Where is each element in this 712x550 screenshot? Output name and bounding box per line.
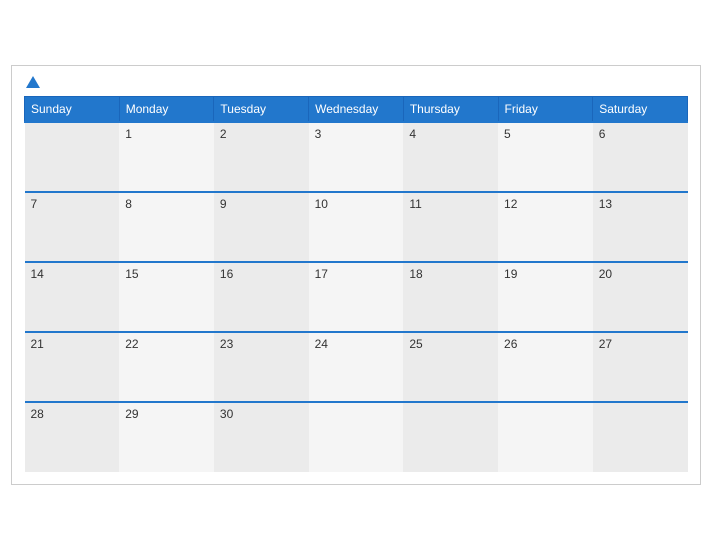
week-row-0: 1 2 3 4 5 6	[25, 122, 688, 192]
calendar-cell: 11	[403, 192, 498, 262]
week-row-3: 21 22 23 24 25 26 27	[25, 332, 688, 402]
day-number: 1	[125, 127, 132, 141]
calendar-cell: 24	[309, 332, 404, 402]
weekday-header-wednesday: Wednesday	[309, 97, 404, 123]
calendar-cell	[403, 402, 498, 472]
calendar-cell: 5	[498, 122, 593, 192]
calendar-cell: 23	[214, 332, 309, 402]
calendar-cell: 7	[25, 192, 120, 262]
calendar-cell	[25, 122, 120, 192]
day-number: 20	[599, 267, 612, 281]
calendar-cell: 22	[119, 332, 214, 402]
day-number: 11	[409, 197, 421, 211]
day-number: 7	[31, 197, 38, 211]
calendar-cell: 10	[309, 192, 404, 262]
day-number: 4	[409, 127, 416, 141]
calendar-header	[24, 76, 688, 88]
calendar-cell: 21	[25, 332, 120, 402]
calendar-cell: 13	[593, 192, 688, 262]
day-number: 25	[409, 337, 422, 351]
calendar-cell: 29	[119, 402, 214, 472]
day-number: 27	[599, 337, 612, 351]
calendar-cell: 8	[119, 192, 214, 262]
day-number: 5	[504, 127, 511, 141]
calendar-cell: 12	[498, 192, 593, 262]
calendar-cell	[309, 402, 404, 472]
day-number: 16	[220, 267, 233, 281]
day-number: 21	[31, 337, 44, 351]
day-number: 15	[125, 267, 138, 281]
calendar-cell: 25	[403, 332, 498, 402]
day-number: 24	[315, 337, 328, 351]
calendar-cell: 19	[498, 262, 593, 332]
calendar-container: SundayMondayTuesdayWednesdayThursdayFrid…	[11, 65, 701, 485]
day-number: 28	[31, 407, 44, 421]
day-number: 2	[220, 127, 227, 141]
calendar-cell: 1	[119, 122, 214, 192]
calendar-cell	[593, 402, 688, 472]
logo-area	[24, 76, 40, 88]
day-number: 26	[504, 337, 517, 351]
day-number: 19	[504, 267, 517, 281]
calendar-cell: 30	[214, 402, 309, 472]
calendar-cell: 6	[593, 122, 688, 192]
day-number: 17	[315, 267, 328, 281]
calendar-cell: 2	[214, 122, 309, 192]
calendar-cell: 15	[119, 262, 214, 332]
calendar-tbody: 1234567891011121314151617181920212223242…	[25, 122, 688, 472]
calendar-cell: 17	[309, 262, 404, 332]
day-number: 29	[125, 407, 138, 421]
week-row-1: 7 8 9 10 11 12 13	[25, 192, 688, 262]
calendar-cell: 4	[403, 122, 498, 192]
calendar-cell: 26	[498, 332, 593, 402]
calendar-cell: 9	[214, 192, 309, 262]
calendar-cell	[498, 402, 593, 472]
calendar-thead: SundayMondayTuesdayWednesdayThursdayFrid…	[25, 97, 688, 123]
weekday-header-tuesday: Tuesday	[214, 97, 309, 123]
weekday-header-monday: Monday	[119, 97, 214, 123]
weekday-header-friday: Friday	[498, 97, 593, 123]
day-number: 9	[220, 197, 227, 211]
calendar-cell: 18	[403, 262, 498, 332]
logo-triangle-icon	[26, 76, 40, 88]
day-number: 13	[599, 197, 612, 211]
calendar-cell: 14	[25, 262, 120, 332]
day-number: 30	[220, 407, 233, 421]
day-number: 3	[315, 127, 322, 141]
calendar-cell: 20	[593, 262, 688, 332]
day-number: 18	[409, 267, 422, 281]
day-number: 10	[315, 197, 328, 211]
day-number: 14	[31, 267, 44, 281]
day-number: 22	[125, 337, 138, 351]
calendar-cell: 27	[593, 332, 688, 402]
weekday-header-thursday: Thursday	[403, 97, 498, 123]
calendar-cell: 28	[25, 402, 120, 472]
weekday-header-saturday: Saturday	[593, 97, 688, 123]
week-row-2: 14 15 16 17 18 19 20	[25, 262, 688, 332]
week-row-4: 28 29 30	[25, 402, 688, 472]
day-number: 23	[220, 337, 233, 351]
day-number: 8	[125, 197, 132, 211]
calendar-cell: 3	[309, 122, 404, 192]
weekday-header-sunday: Sunday	[25, 97, 120, 123]
day-number: 12	[504, 197, 517, 211]
calendar-cell: 16	[214, 262, 309, 332]
weekday-header-row: SundayMondayTuesdayWednesdayThursdayFrid…	[25, 97, 688, 123]
calendar-grid: SundayMondayTuesdayWednesdayThursdayFrid…	[24, 96, 688, 472]
day-number: 6	[599, 127, 606, 141]
